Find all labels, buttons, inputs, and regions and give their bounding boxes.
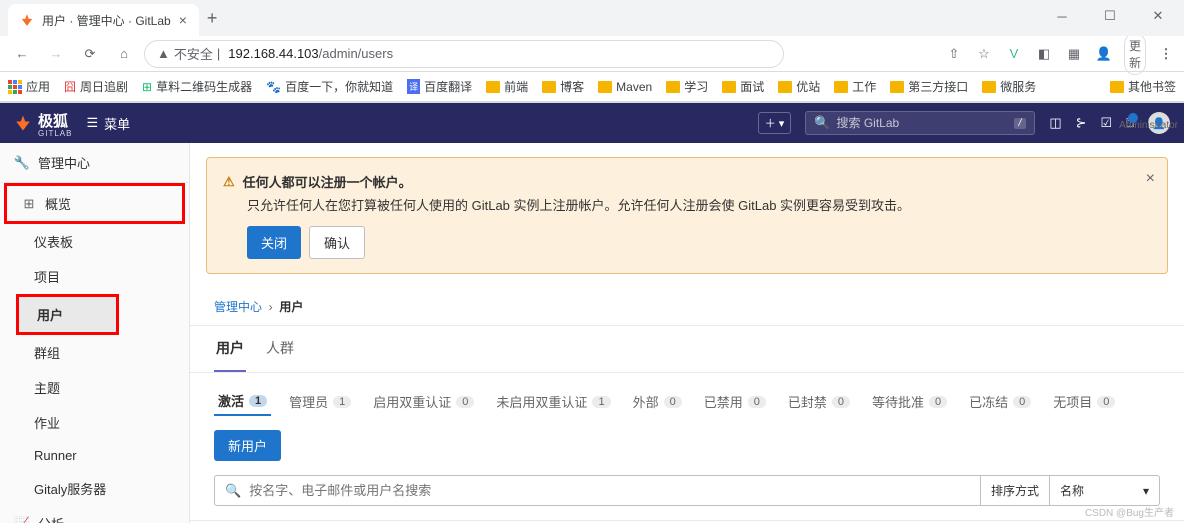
alert-title: 任何人都可以注册一个帐户。 <box>243 172 412 191</box>
watermark: CSDN @Bug生产者 <box>1085 504 1174 519</box>
search-icon: 🔍 <box>814 115 830 131</box>
filter-external[interactable]: 外部0 <box>629 388 686 415</box>
sidebar: 🔧管理中心 ⊞概览 仪表板 项目 用户 群组 主题 作业 Runner Gita… <box>0 143 190 523</box>
alert-close-icon[interactable]: × <box>1146 170 1155 188</box>
user-search-input[interactable] <box>249 483 970 498</box>
breadcrumb: 管理中心 › 用户 <box>190 288 1184 326</box>
sidebar-runner[interactable]: Runner <box>0 440 189 471</box>
sidebar-gitaly[interactable]: Gitaly服务器 <box>0 471 189 506</box>
bm-item-12[interactable]: 微服务 <box>982 78 1036 95</box>
sidebar-dashboard[interactable]: 仪表板 <box>0 224 189 259</box>
warning-icon: ⚠ <box>223 174 235 190</box>
filter-deactivated[interactable]: 已冻结0 <box>965 388 1035 415</box>
tab-users[interactable]: 用户 <box>214 326 246 372</box>
bookmarks-bar: 应用 囧周日追剧 ⊞草料二维码生成器 🐾百度一下，你就知道 译百度翻译 前端 博… <box>0 72 1184 102</box>
sidebar-overview[interactable]: ⊞概览 <box>7 186 182 221</box>
bm-item-7[interactable]: 学习 <box>666 78 708 95</box>
maximize-icon[interactable]: ☐ <box>1088 0 1132 32</box>
apps-shortcut[interactable]: 应用 <box>8 78 50 95</box>
brand-sub: GITLAB <box>38 131 72 137</box>
bm-item-9[interactable]: 优站 <box>778 78 820 95</box>
browser-update-button[interactable]: 更新 <box>1124 33 1146 75</box>
tab-close-icon[interactable]: × <box>179 12 187 28</box>
minimize-icon[interactable]: ─ <box>1040 0 1084 32</box>
bm-item-11[interactable]: 第三方接口 <box>890 78 968 95</box>
other-bookmarks[interactable]: 其他书签 <box>1110 78 1176 95</box>
merge-icon[interactable]: ⊱ <box>1076 115 1087 131</box>
address-bar[interactable]: ▲ 不安全 | 192.168.44.103/admin/users <box>144 40 784 68</box>
wrench-icon: 🔧 <box>14 155 30 171</box>
gitlab-logo[interactable]: 极狐GITLAB <box>14 110 72 137</box>
reload-icon[interactable]: ⟳ <box>76 40 104 68</box>
kbd-hint: / <box>1014 118 1027 129</box>
forward-icon[interactable]: → <box>42 40 70 68</box>
main-content: × ⚠ 任何人都可以注册一个帐户。 只允许任何人在您打算被任何人使用的 GitLa… <box>190 143 1184 523</box>
crumb-root[interactable]: 管理中心 <box>214 300 262 314</box>
browser-tab-strip: 用户 · 管理中心 · GitLab × + ─ ☐ ✕ <box>0 0 1184 36</box>
brand-text: 极狐 <box>38 113 68 130</box>
filter-2fa-off[interactable]: 未启用双重认证1 <box>492 388 614 415</box>
home-icon[interactable]: ⌂ <box>110 40 138 68</box>
search-icon: 🔍 <box>225 483 241 499</box>
global-search[interactable]: 🔍 / <box>805 111 1035 135</box>
bm-item-8[interactable]: 面试 <box>722 78 764 95</box>
profile-icon[interactable]: 👤 <box>1094 46 1114 62</box>
overview-icon: ⊞ <box>21 196 37 212</box>
crumb-current: 用户 <box>279 300 303 314</box>
filter-active[interactable]: 激活1 <box>214 387 271 416</box>
bm-item-0[interactable]: 囧周日追剧 <box>64 78 128 95</box>
user-search-wrap: 🔍 <box>214 475 981 506</box>
filter-admins[interactable]: 管理员1 <box>285 388 355 415</box>
filter-banned[interactable]: 已封禁0 <box>784 388 854 415</box>
filter-no-projects[interactable]: 无项目0 <box>1049 388 1119 415</box>
bm-item-6[interactable]: Maven <box>598 80 652 94</box>
chevron-down-icon: ▾ <box>1143 484 1149 498</box>
bm-item-3[interactable]: 译百度翻译 <box>407 78 472 95</box>
sort-label: 排序方式 <box>981 475 1050 506</box>
new-tab-button[interactable]: + <box>207 8 218 29</box>
filter-blocked[interactable]: 已禁用0 <box>700 388 770 415</box>
not-secure-warning[interactable]: ▲ 不安全 | <box>157 44 220 63</box>
browser-menu-icon[interactable]: ⋮ <box>1156 46 1176 62</box>
sidebar-groups[interactable]: 群组 <box>0 335 189 370</box>
sidebar-topics[interactable]: 主题 <box>0 370 189 405</box>
bm-item-1[interactable]: ⊞草料二维码生成器 <box>142 78 252 95</box>
ext-icon-1[interactable]: ◧ <box>1034 46 1054 62</box>
filter-2fa-on[interactable]: 启用双重认证0 <box>369 388 478 415</box>
sidebar-jobs[interactable]: 作业 <box>0 405 189 440</box>
issues-icon[interactable]: ◫ <box>1049 115 1061 131</box>
sidebar-analytics[interactable]: 📈分析 <box>0 506 189 523</box>
bookmark-star-icon[interactable]: ☆ <box>974 46 994 62</box>
bm-item-2[interactable]: 🐾百度一下，你就知道 <box>266 78 393 95</box>
gitlab-topbar: 极狐GITLAB ☰ 菜单 ＋ ▾ 🔍 / ◫ ⊱ ☑ ⍰ 👤 <box>0 103 1184 143</box>
ext-icon-2[interactable]: ▦ <box>1064 46 1084 62</box>
close-window-icon[interactable]: ✕ <box>1136 0 1180 32</box>
search-input[interactable] <box>837 116 1008 130</box>
registration-alert: × ⚠ 任何人都可以注册一个帐户。 只允许任何人在您打算被任何人使用的 GitLa… <box>206 157 1168 274</box>
admin-label: Administrator <box>1119 120 1178 131</box>
bm-item-10[interactable]: 工作 <box>834 78 876 95</box>
hamburger-menu[interactable]: ☰ 菜单 <box>86 114 130 133</box>
sidebar-title[interactable]: 🔧管理中心 <box>0 143 189 183</box>
back-icon[interactable]: ← <box>8 40 36 68</box>
tab-title: 用户 · 管理中心 · GitLab <box>42 12 171 29</box>
gitlab-favicon <box>20 13 34 27</box>
tab-cohorts[interactable]: 人群 <box>264 326 296 372</box>
vue-ext-icon[interactable]: V <box>1004 46 1024 61</box>
alert-confirm-button[interactable]: 确认 <box>309 226 365 259</box>
new-dropdown[interactable]: ＋ ▾ <box>758 112 792 134</box>
alert-close-button[interactable]: 关闭 <box>247 226 301 259</box>
sidebar-users[interactable]: 用户 <box>19 297 116 332</box>
share-icon[interactable]: ⇧ <box>944 46 964 62</box>
sort-dropdown[interactable]: 名称▾ <box>1050 475 1160 506</box>
todos-icon[interactable]: ☑ <box>1101 115 1113 131</box>
sidebar-projects[interactable]: 项目 <box>0 259 189 294</box>
bm-item-5[interactable]: 博客 <box>542 78 584 95</box>
bm-item-4[interactable]: 前端 <box>486 78 528 95</box>
new-user-button[interactable]: 新用户 <box>214 430 281 461</box>
filter-pending[interactable]: 等待批准0 <box>868 388 951 415</box>
alert-body: 只允许任何人在您打算被任何人使用的 GitLab 实例上注册帐户。允许任何人注册… <box>247 195 1151 214</box>
browser-tab[interactable]: 用户 · 管理中心 · GitLab × <box>8 4 199 36</box>
